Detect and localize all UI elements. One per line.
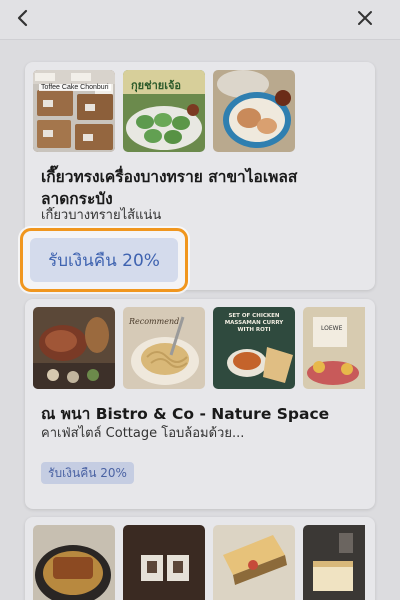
cashback-badge-focused[interactable]: รับเงินคืน 20%	[20, 228, 188, 292]
steak-image	[33, 307, 115, 389]
restaurant-card[interactable]: Recommend SET OF CHICKEN MASSAMAN CURRY …	[25, 299, 375, 509]
cafe-dessert-image	[303, 307, 365, 389]
thumb-caption: กุยช่ายเจ้อ	[131, 79, 182, 92]
restaurant-photo[interactable]: กุยช่ายเจ้อ	[123, 70, 205, 152]
sandwich-image	[213, 525, 295, 600]
restaurant-card[interactable]	[25, 517, 375, 600]
fried-pork-image	[33, 525, 115, 600]
restaurant-photo[interactable]	[123, 525, 205, 600]
restaurant-subtitle: คาเฟ่สไตล์ Cottage โอบล้อมด้วย...	[41, 426, 245, 441]
close-button[interactable]	[350, 6, 380, 30]
top-bar	[0, 0, 400, 40]
cake-tray-image	[33, 70, 115, 152]
thumb-caption: LOEWE	[321, 325, 343, 332]
restaurant-title: ณ พนา Bistro & Co - Nature Space	[41, 405, 330, 423]
thumbnail-row	[33, 525, 365, 600]
chevron-left-icon	[17, 9, 28, 27]
restaurant-photo[interactable]	[303, 525, 365, 600]
thumb-caption: Toffee Cake Chonburi	[39, 84, 111, 91]
close-icon	[358, 11, 372, 25]
cashback-badge[interactable]: รับเงินคืน 20%	[41, 462, 134, 484]
restaurant-photo[interactable]: SET OF CHICKEN MASSAMAN CURRY WITH ROTI	[213, 307, 295, 389]
restaurant-title: เกี๊ยวทรงเครื่องบางทราย สาขาไอเพลส ลาดกร…	[41, 168, 298, 208]
restaurant-photo[interactable]	[33, 307, 115, 389]
thumb-caption: Recommend	[129, 317, 180, 326]
thumbnail-row: Recommend SET OF CHICKEN MASSAMAN CURRY …	[33, 307, 365, 389]
restaurant-photo[interactable]	[33, 525, 115, 600]
restaurant-photo[interactable]: Recommend	[123, 307, 205, 389]
back-button[interactable]	[8, 6, 38, 30]
restaurant-photo[interactable]	[213, 525, 295, 600]
cheesecake-image	[303, 525, 365, 600]
restaurant-subtitle: เกี๊ยวบางทรายไส้แน่น	[41, 208, 162, 223]
cashback-badge[interactable]: รับเงินคืน 20%	[30, 238, 178, 282]
packaged-food-image	[123, 525, 205, 600]
restaurant-photo[interactable]: Toffee Cake Chonburi	[33, 70, 115, 152]
thumbnail-row: Toffee Cake Chonburi กุยช่ายเจ้อ	[33, 70, 295, 152]
restaurant-photo[interactable]	[213, 70, 295, 152]
restaurant-photo[interactable]: LOEWE	[303, 307, 365, 389]
thumb-caption: SET OF CHICKEN MASSAMAN CURRY WITH ROTI	[224, 313, 284, 333]
plate-image	[213, 70, 295, 152]
